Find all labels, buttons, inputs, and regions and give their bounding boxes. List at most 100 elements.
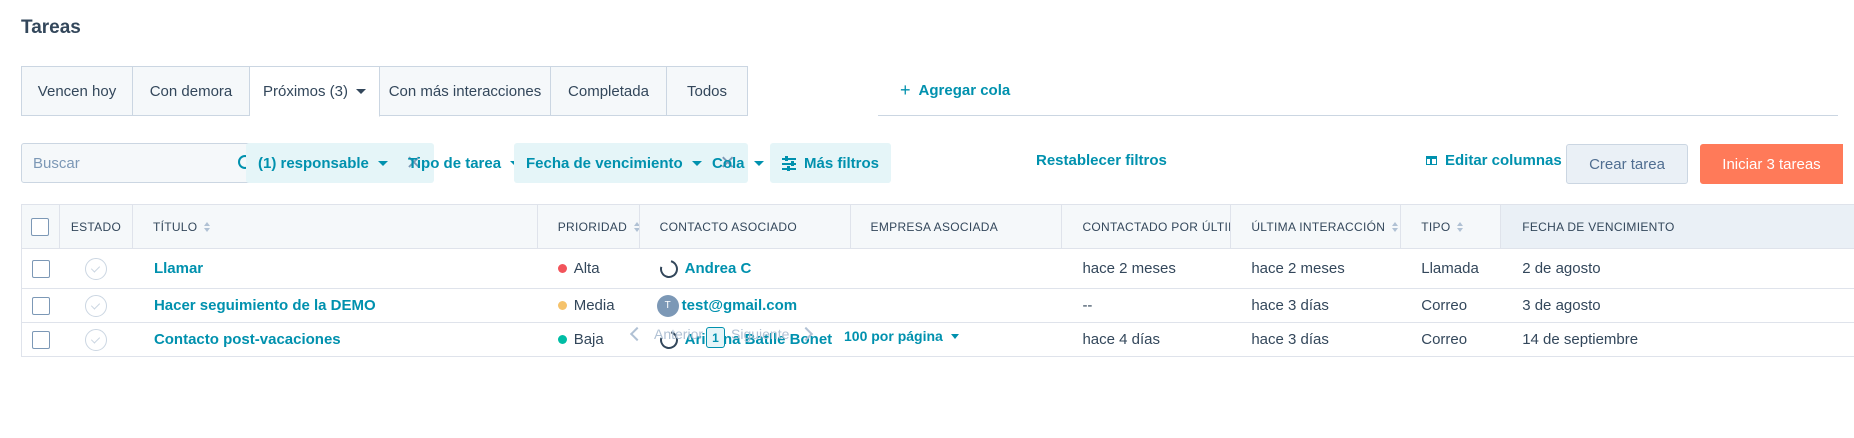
search-input[interactable]: [33, 154, 237, 172]
reset-filters-link[interactable]: Restablecer filtros: [1036, 152, 1167, 169]
tab-due-today[interactable]: Vencen hoy: [21, 66, 133, 116]
edit-columns-button[interactable]: Editar columnas: [1426, 152, 1562, 169]
add-queue-button[interactable]: + Agregar cola: [900, 80, 1010, 101]
type-cell: Correo: [1421, 297, 1468, 314]
header-last-interaction[interactable]: ÚLTIMA INTERACCIÓN: [1231, 205, 1402, 248]
complete-task-icon[interactable]: [85, 294, 108, 317]
columns-icon: [1426, 156, 1437, 165]
header-title[interactable]: TÍTULO: [133, 205, 538, 248]
header-last-contacted: CONTACTADO POR ÚLTIMA VEZ: [1062, 205, 1232, 248]
last-contacted-cell: hace 2 meses: [1082, 260, 1176, 277]
title-cell: Llamar: [133, 249, 538, 288]
due-date-cell: 3 de agosto: [1522, 297, 1601, 314]
header-last-interaction-label: ÚLTIMA INTERACCIÓN: [1251, 219, 1386, 234]
chevron-down-icon: [377, 160, 388, 166]
due-date-cell: 2 de agosto: [1522, 260, 1601, 277]
row-checkbox[interactable]: [31, 259, 50, 278]
contact-cell: Ttest@gmail.com: [640, 289, 851, 322]
pagination: Anterior 1 Siguiente 100 por página: [0, 326, 1854, 350]
header-type[interactable]: TIPO: [1401, 205, 1502, 248]
edit-columns-label: Editar columnas: [1445, 152, 1562, 169]
last-interaction-cell: hace 3 días: [1251, 297, 1329, 314]
current-page[interactable]: 1: [706, 327, 725, 348]
header-title-label: TÍTULO: [152, 219, 198, 234]
title-cell: Hacer seguimiento de la DEMO: [133, 289, 538, 322]
tab-most-interactions[interactable]: Con más interacciones: [380, 66, 551, 116]
page-title: Tareas: [21, 17, 81, 38]
start-tasks-button[interactable]: Iniciar 3 tareas: [1700, 144, 1843, 184]
status-cell: [60, 249, 133, 288]
tab-completed[interactable]: Completada: [551, 66, 667, 116]
queue-filter[interactable]: Cola: [712, 143, 764, 183]
header-due-date[interactable]: FECHA DE VENCIMIENTO: [1501, 205, 1854, 248]
avatar: [656, 256, 681, 281]
contact-link[interactable]: test@gmail.com: [682, 297, 798, 314]
tab-overdue[interactable]: Con demora: [133, 66, 250, 116]
per-page-label: 100 por página: [844, 328, 943, 344]
contact-link[interactable]: Andrea C: [685, 260, 752, 277]
sort-icon: [634, 221, 639, 232]
plus-icon: +: [900, 80, 911, 100]
chevron-right-icon: [799, 326, 814, 342]
priority-dot-icon: [557, 301, 567, 310]
contact-cell: Andrea C: [640, 249, 851, 288]
priority-cell: Alta: [538, 249, 640, 288]
header-type-label: TIPO: [1421, 219, 1451, 234]
header-priority-label: PRIORIDAD: [557, 219, 628, 234]
last-interaction-cell: hace 2 meses: [1251, 260, 1345, 277]
task-title-link[interactable]: Llamar: [154, 260, 203, 277]
create-task-button[interactable]: Crear tarea: [1566, 144, 1688, 184]
previous-page-label: Anterior: [654, 326, 704, 342]
priority-cell: Media: [538, 289, 640, 322]
chevron-down-icon: [950, 333, 959, 339]
header-priority[interactable]: PRIORIDAD: [538, 205, 640, 248]
chevron-down-icon: [753, 160, 764, 166]
priority-label: Media: [573, 297, 615, 314]
status-cell: [60, 289, 133, 322]
more-filters-label: Más filtros: [804, 154, 880, 172]
tab-upcoming[interactable]: Próximos (3): [250, 66, 380, 117]
chevron-left-icon: [629, 326, 645, 342]
sort-icon: [1457, 221, 1464, 232]
priority-label: Alta: [573, 260, 600, 277]
complete-task-icon[interactable]: [85, 257, 108, 280]
tab-bar: Vencen hoy Con demora Próximos (3) Con m…: [21, 66, 748, 117]
add-queue-label: Agregar cola: [918, 82, 1011, 99]
row-select: [22, 249, 60, 288]
sort-icon: [204, 221, 211, 232]
tabs-divider: [878, 115, 1838, 116]
owner-filter[interactable]: (1) responsable ✕: [246, 143, 434, 183]
tab-all[interactable]: Todos: [667, 66, 748, 116]
company-cell: [851, 289, 1063, 322]
per-page-select[interactable]: 100 por página: [844, 328, 959, 344]
sort-icon: [1392, 221, 1399, 232]
next-page-label: Siguiente: [731, 326, 790, 342]
task-type-filter[interactable]: Tipo de tarea: [408, 143, 521, 183]
row-select: [22, 289, 60, 322]
tab-upcoming-label: Próximos (3): [262, 83, 348, 100]
avatar: T: [656, 294, 679, 317]
due-date-filter-label: Fecha de vencimiento: [526, 154, 683, 172]
select-all-checkbox[interactable]: [31, 217, 50, 236]
row-checkbox[interactable]: [31, 296, 50, 315]
sliders-icon: [782, 156, 796, 171]
type-cell: Llamada: [1421, 260, 1479, 277]
table-row: Llamar Alta Andrea C hace 2 meses hace 2…: [21, 249, 1854, 289]
previous-page-button[interactable]: Anterior: [629, 326, 704, 342]
header-contact: CONTACTO ASOCIADO: [640, 205, 851, 248]
chevron-down-icon: [691, 160, 702, 166]
owner-filter-label: (1) responsable: [258, 154, 369, 172]
priority-dot-icon: [557, 264, 567, 273]
more-filters-button[interactable]: Más filtros: [770, 143, 892, 183]
header-select-all: [22, 205, 60, 248]
table-header: ESTADO TÍTULO PRIORIDAD CONTACTO ASOCIAD…: [21, 204, 1854, 249]
last-contacted-cell: --: [1082, 297, 1093, 314]
next-page-button[interactable]: Siguiente: [731, 326, 814, 342]
task-title-link[interactable]: Hacer seguimiento de la DEMO: [154, 297, 376, 314]
chevron-down-icon: [356, 89, 366, 94]
header-status: ESTADO: [60, 205, 133, 248]
header-company: EMPRESA ASOCIADA: [851, 205, 1063, 248]
company-cell: [851, 249, 1063, 288]
search-box: [21, 143, 267, 183]
task-type-filter-label: Tipo de tarea: [408, 154, 502, 172]
